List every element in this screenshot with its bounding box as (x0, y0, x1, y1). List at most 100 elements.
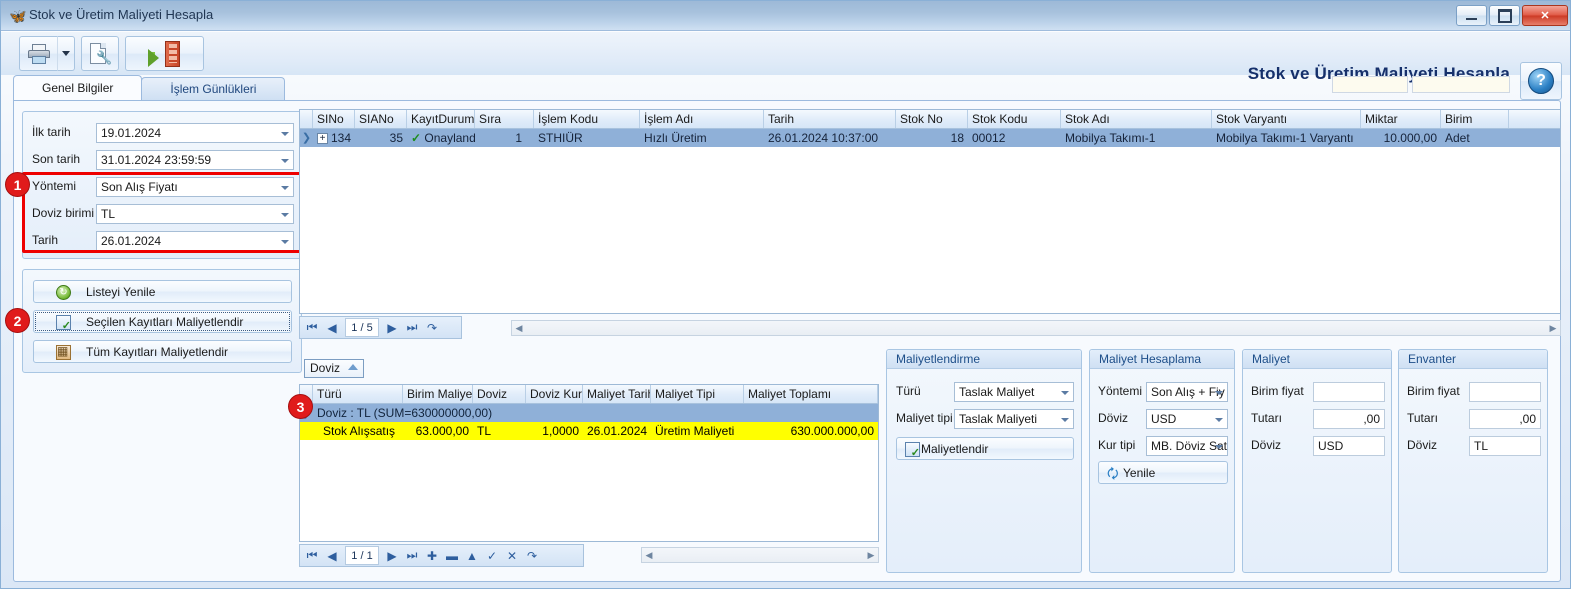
report-settings-button[interactable]: 🔧 (81, 36, 119, 71)
col-stok-adi[interactable]: Stok Adı (1061, 110, 1212, 128)
input-hesaplama-doviz[interactable]: USD (1146, 409, 1228, 429)
chevron-down-icon[interactable] (281, 240, 289, 244)
scroll-right-icon[interactable]: ▶ (864, 550, 878, 561)
chevron-down-icon[interactable] (281, 159, 289, 163)
nav-last-button[interactable]: ⏭ (403, 546, 421, 565)
help-button[interactable]: ? (1520, 62, 1562, 100)
nav-next-button[interactable]: ▶ (383, 546, 401, 565)
col-siano[interactable]: SIANo (355, 110, 407, 128)
value-son-tarih: 31.01.2024 23:59:59 (101, 153, 212, 167)
nav-post-button[interactable]: ✓ (483, 546, 501, 565)
col-sira[interactable]: Sıra (475, 110, 534, 128)
input-yontemi[interactable]: Son Alış Fiyatı (96, 177, 294, 197)
tab-genel-bilgiler[interactable]: Genel Bilgiler (13, 75, 143, 100)
nav-edit-button[interactable]: ▲ (463, 546, 481, 565)
field-envanter-doviz: Döviz TL (1407, 436, 1541, 456)
nav-refresh-button[interactable]: ↷ (523, 546, 541, 565)
scroll-right-icon[interactable]: ▶ (1546, 323, 1560, 334)
input-son-tarih[interactable]: 31.01.2024 23:59:59 (96, 150, 294, 170)
input-maliyet-birim-fiyat[interactable] (1313, 382, 1385, 402)
print-options-button[interactable] (57, 36, 75, 71)
cost-detail-grid[interactable]: Türü Birim Maliyet Doviz Doviz Kuru Mali… (299, 384, 879, 542)
chevron-down-icon[interactable] (1215, 418, 1223, 422)
col-maliyet-toplami[interactable]: Maliyet Toplamı (744, 385, 878, 403)
input-maliyet-tipi[interactable]: Taslak Maliyeti (954, 409, 1074, 429)
cell-turu: Stok Alışsatış (323, 424, 396, 438)
chevron-down-icon[interactable] (281, 186, 289, 190)
panel-maliyet-title: Maliyet (1243, 350, 1391, 369)
close-button[interactable]: ✕ (1522, 5, 1568, 26)
col-maliyet-tipi[interactable]: Maliyet Tipi (651, 385, 744, 403)
col-stok-varyanti[interactable]: Stok Varyantı (1212, 110, 1361, 128)
transactions-grid[interactable]: SINo SIANo KayıtDurumu Sıra İşlem Kodu İ… (299, 109, 1561, 314)
group-row[interactable]: ❯ Doviz : TL (SUM=630000000,00) (300, 404, 878, 422)
col-stok-no[interactable]: Stok No (896, 110, 968, 128)
yenile-button[interactable]: 🗘 Yenile (1098, 461, 1228, 484)
nav-refresh-button[interactable]: ↷ (423, 318, 441, 337)
minimize-button[interactable] (1456, 5, 1487, 26)
field-hesaplama-doviz: Döviz USD (1098, 409, 1228, 429)
input-hesaplama-yontemi[interactable]: Son Alış + Fiy (1146, 382, 1228, 402)
input-maliyetlendirme-turu[interactable]: Taslak Maliyet (954, 382, 1074, 402)
expand-row-icon[interactable]: + (317, 133, 328, 145)
nav-add-button[interactable]: ✚ (423, 546, 441, 565)
cost-selected-records-button[interactable]: Seçilen Kayıtları Maliyetlendir (33, 310, 292, 333)
col-islem-adi[interactable]: İşlem Adı (640, 110, 764, 128)
refresh-list-button[interactable]: ↻ Listeyi Yenile (33, 280, 292, 303)
chevron-down-icon[interactable] (1061, 418, 1069, 422)
nav-cancel-button[interactable]: ✕ (503, 546, 521, 565)
cost-detail-grid-hscrollbar[interactable]: ◀ ▶ (641, 547, 879, 563)
input-maliyet-tutari[interactable]: ,00 (1313, 409, 1385, 429)
document-settings-icon: 🔧 (90, 42, 112, 65)
col-birim[interactable]: Birim (1441, 110, 1509, 128)
col-birim-maliyet[interactable]: Birim Maliyet (403, 385, 473, 403)
col-tarih[interactable]: Tarih (764, 110, 896, 128)
chevron-down-icon[interactable] (1215, 391, 1223, 395)
input-ilk-tarih[interactable]: 19.01.2024 (96, 123, 294, 143)
nav-delete-button[interactable]: ▬ (443, 546, 461, 565)
exit-button[interactable] (125, 36, 204, 71)
nav-first-button[interactable]: ⏮ (303, 546, 321, 565)
input-doviz-birimi[interactable]: TL (96, 204, 294, 224)
transactions-grid-hscrollbar[interactable]: ◀ ▶ (511, 320, 1561, 336)
sort-ascending-icon[interactable] (348, 364, 358, 370)
print-button[interactable] (19, 36, 57, 71)
input-envanter-doviz[interactable]: TL (1469, 436, 1541, 456)
input-tarih[interactable]: 26.01.2024 (96, 231, 294, 251)
table-row[interactable]: ❯ +134 35 ✓ Onaylandı 1 STHIÜR Hızlı Üre… (300, 129, 1560, 147)
maliyetlendir-button[interactable]: Maliyetlendir (896, 437, 1074, 460)
nav-prev-button[interactable]: ◀ (323, 546, 341, 565)
input-envanter-birim-fiyat[interactable] (1469, 382, 1541, 402)
tab-islem-gunlukleri[interactable]: İşlem Günlükleri (141, 77, 286, 100)
col-islem-kodu[interactable]: İşlem Kodu (534, 110, 640, 128)
col-maliyet-tarihi[interactable]: Maliyet Tarihi (583, 385, 651, 403)
col-sino[interactable]: SINo (313, 110, 355, 128)
table-row[interactable]: Stok Alışsatış 63.000,00 TL 1,0000 26.01… (300, 422, 878, 440)
col-miktar[interactable]: Miktar (1361, 110, 1441, 128)
nav-prev-button[interactable]: ◀ (323, 318, 341, 337)
col-stok-kodu[interactable]: Stok Kodu (968, 110, 1061, 128)
col-kayitdurumu[interactable]: KayıtDurumu (407, 110, 475, 128)
input-kur-tipi[interactable]: MB. Döviz Satı (1146, 436, 1228, 456)
brand-field-2 (1412, 76, 1510, 93)
chevron-down-icon[interactable] (1061, 391, 1069, 395)
nav-next-button[interactable]: ▶ (383, 318, 401, 337)
col-doviz-kuru[interactable]: Doviz Kuru (526, 385, 583, 403)
input-maliyet-doviz[interactable]: USD (1313, 436, 1385, 456)
cost-detail-grid-navigator: ⏮ ◀ 1 / 1 ▶ ⏭ ✚ ▬ ▲ ✓ ✕ ↷ (299, 544, 584, 567)
group-by-chip-doviz[interactable]: Doviz (304, 359, 364, 378)
col-doviz[interactable]: Doviz (473, 385, 526, 403)
chevron-down-icon[interactable] (1215, 445, 1223, 449)
scroll-left-icon[interactable]: ◀ (642, 550, 656, 561)
nav-last-button[interactable]: ⏭ (403, 318, 421, 337)
nav-first-button[interactable]: ⏮ (303, 318, 321, 337)
chevron-down-icon[interactable] (281, 213, 289, 217)
panel-maliyetlendirme: Maliyetlendirme Türü Taslak Maliyet Mali… (886, 349, 1082, 573)
maximize-button[interactable] (1489, 5, 1520, 26)
chevron-down-icon[interactable] (281, 132, 289, 136)
field-tarih: Tarih 26.01.2024 (32, 231, 294, 251)
col-turu[interactable]: Türü (313, 385, 403, 403)
input-envanter-tutari[interactable]: ,00 (1469, 409, 1541, 429)
cost-all-records-button[interactable]: Tüm Kayıtları Maliyetlendir (33, 340, 292, 363)
scroll-left-icon[interactable]: ◀ (512, 323, 526, 334)
